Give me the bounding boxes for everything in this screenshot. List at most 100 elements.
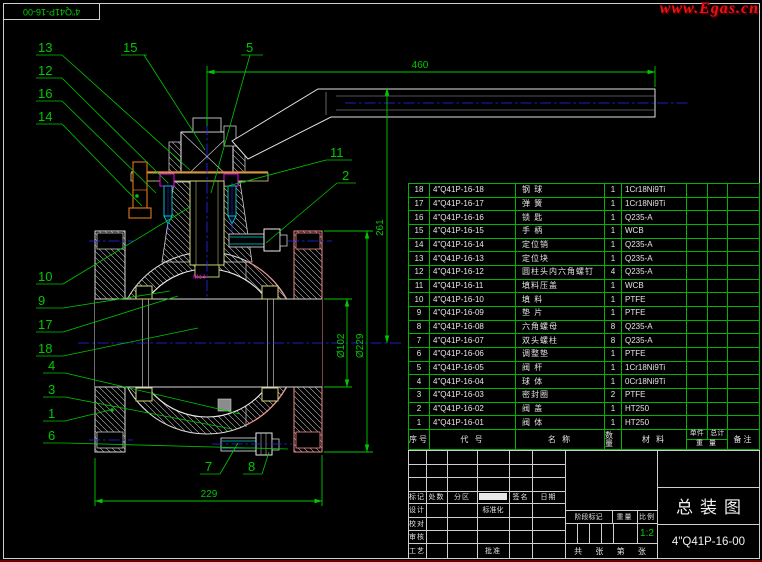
bom-cell: 4"Q41P-16-15 <box>430 225 516 238</box>
bom-cell: 球 体 <box>516 375 605 388</box>
bom-cell: 双头螺柱 <box>516 334 605 347</box>
tb-standardization-label: 标准化 <box>477 503 509 517</box>
callout-7: 7 <box>205 459 212 474</box>
bom-cell <box>687 307 708 320</box>
callout-16: 16 <box>38 86 52 101</box>
bom-cell <box>728 375 759 388</box>
bom-rows: 184"Q41P-16-18钢 球11Cr18Ni9Ti174"Q41P-16-… <box>409 184 759 430</box>
bom-header-remark: 备注 <box>728 430 759 449</box>
bom-cell <box>728 198 759 211</box>
callout-1: 1 <box>48 406 55 421</box>
bom-cell: 8 <box>605 321 622 334</box>
bom-cell <box>708 348 728 361</box>
tb-zone-label: 分区 <box>447 491 477 503</box>
bom-cell: 1 <box>605 239 622 252</box>
bom-cell: 17 <box>409 198 430 211</box>
bom-cell: WCB <box>622 225 687 238</box>
bom-cell <box>728 293 759 306</box>
bom-cell: Q235-A <box>622 239 687 252</box>
bom-cell: 密封圈 <box>516 389 605 402</box>
callout-4: 4 <box>48 358 55 373</box>
bom-cell <box>708 280 728 293</box>
bom-cell: Q235-A <box>622 252 687 265</box>
locating-pin <box>129 162 151 218</box>
tb-proof-label: 校对 <box>408 517 426 530</box>
bom-cell <box>687 225 708 238</box>
bom-cell <box>728 239 759 252</box>
bom-cell: 阀 体 <box>516 416 605 429</box>
bom-cell: 1 <box>605 225 622 238</box>
bom-cell: 1 <box>605 348 622 361</box>
stud-and-nut-bottom <box>221 433 279 455</box>
bom-cell <box>687 375 708 388</box>
bom-cell <box>687 198 708 211</box>
callout-13: 13 <box>38 40 52 55</box>
bom-cell <box>687 239 708 252</box>
bom-cell: Q235-A <box>622 266 687 279</box>
callout-15: 15 <box>123 40 137 55</box>
bom-cell: 1 <box>605 403 622 416</box>
bom-cell <box>708 403 728 416</box>
bom-header-qty: 数量 <box>605 430 622 449</box>
bom-cell <box>708 389 728 402</box>
tb-process-label: 工艺 <box>408 543 426 559</box>
bom-header-unit-weight: 单件 <box>687 430 708 439</box>
bom-cell: 4"Q41P-16-01 <box>430 416 516 429</box>
bom-cell: Q235-A <box>622 321 687 334</box>
bom-header-code: 代 号 <box>430 430 516 449</box>
bom-cell <box>728 252 759 265</box>
bom-cell: 10 <box>409 293 430 306</box>
dim-229: 229 <box>201 489 218 500</box>
bom-cell: 1 <box>605 198 622 211</box>
tb-mark-label: 标记 <box>408 491 426 503</box>
dim-261: 261 <box>375 219 386 236</box>
bom-row: 24"Q41P-16-02阀 盖1HT250 <box>409 403 759 417</box>
callout-17: 17 <box>38 317 52 332</box>
bom-cell: 1 <box>605 375 622 388</box>
bom-cell: PTFE <box>622 307 687 320</box>
bom-cell: 15 <box>409 225 430 238</box>
dim-102: Ø102 <box>336 333 347 358</box>
bom-cell: 18 <box>409 184 430 197</box>
bom-cell: 1 <box>605 184 622 197</box>
bom-cell <box>687 389 708 402</box>
bom-cell: WCB <box>622 280 687 293</box>
tb-audit-label: 审核 <box>408 530 426 543</box>
corner-drawing-number-box: 4"Q41P-16-00 <box>3 3 100 20</box>
tb-approve-label: 批准 <box>477 543 509 559</box>
callout-8: 8 <box>248 459 255 474</box>
bom-cell: 14 <box>409 239 430 252</box>
tb-sign-label: 签名 <box>509 491 532 503</box>
bom-cell <box>687 184 708 197</box>
bom-cell: 4"Q41P-16-17 <box>430 198 516 211</box>
bom-row: 134"Q41P-16-13定位块1Q235-A <box>409 252 759 266</box>
callout-11: 11 <box>330 145 344 160</box>
dim-460: 460 <box>412 60 429 71</box>
bom-cell: 4 <box>605 266 622 279</box>
bom-cell <box>728 211 759 224</box>
bom-cell: 8 <box>409 321 430 334</box>
bom-header-weight-label: 重 量 <box>696 440 718 449</box>
bom-cell <box>728 321 759 334</box>
bom-table: 184"Q41P-16-18钢 球11Cr18Ni9Ti174"Q41P-16-… <box>408 183 760 450</box>
bom-cell: 定位块 <box>516 252 605 265</box>
bom-row: 44"Q41P-16-04球 体10Cr18Ni9Ti <box>409 375 759 389</box>
bom-row: 124"Q41P-16-12圆柱头内六角螺钉4Q235-A <box>409 266 759 280</box>
watermark: www.Egas.cn <box>660 0 759 18</box>
bom-cell: 16 <box>409 211 430 224</box>
bom-row: 154"Q41P-16-15手 柄1WCB <box>409 225 759 239</box>
callout-9: 9 <box>38 293 45 308</box>
bom-cell: 4"Q41P-16-12 <box>430 266 516 279</box>
bom-cell: 填 料 <box>516 293 605 306</box>
bom-cell: 3 <box>409 389 430 402</box>
thread-label: M14 <box>193 274 206 281</box>
bom-cell <box>708 225 728 238</box>
bom-cell <box>728 348 759 361</box>
bom-cell: 1Cr18Ni9Ti <box>622 362 687 375</box>
bom-cell: 4"Q41P-16-02 <box>430 403 516 416</box>
bom-cell: 7 <box>409 334 430 347</box>
callout-10: 10 <box>38 269 52 284</box>
callout-3: 3 <box>48 382 55 397</box>
bom-cell: 填料压盖 <box>516 280 605 293</box>
callout-5: 5 <box>246 40 253 55</box>
